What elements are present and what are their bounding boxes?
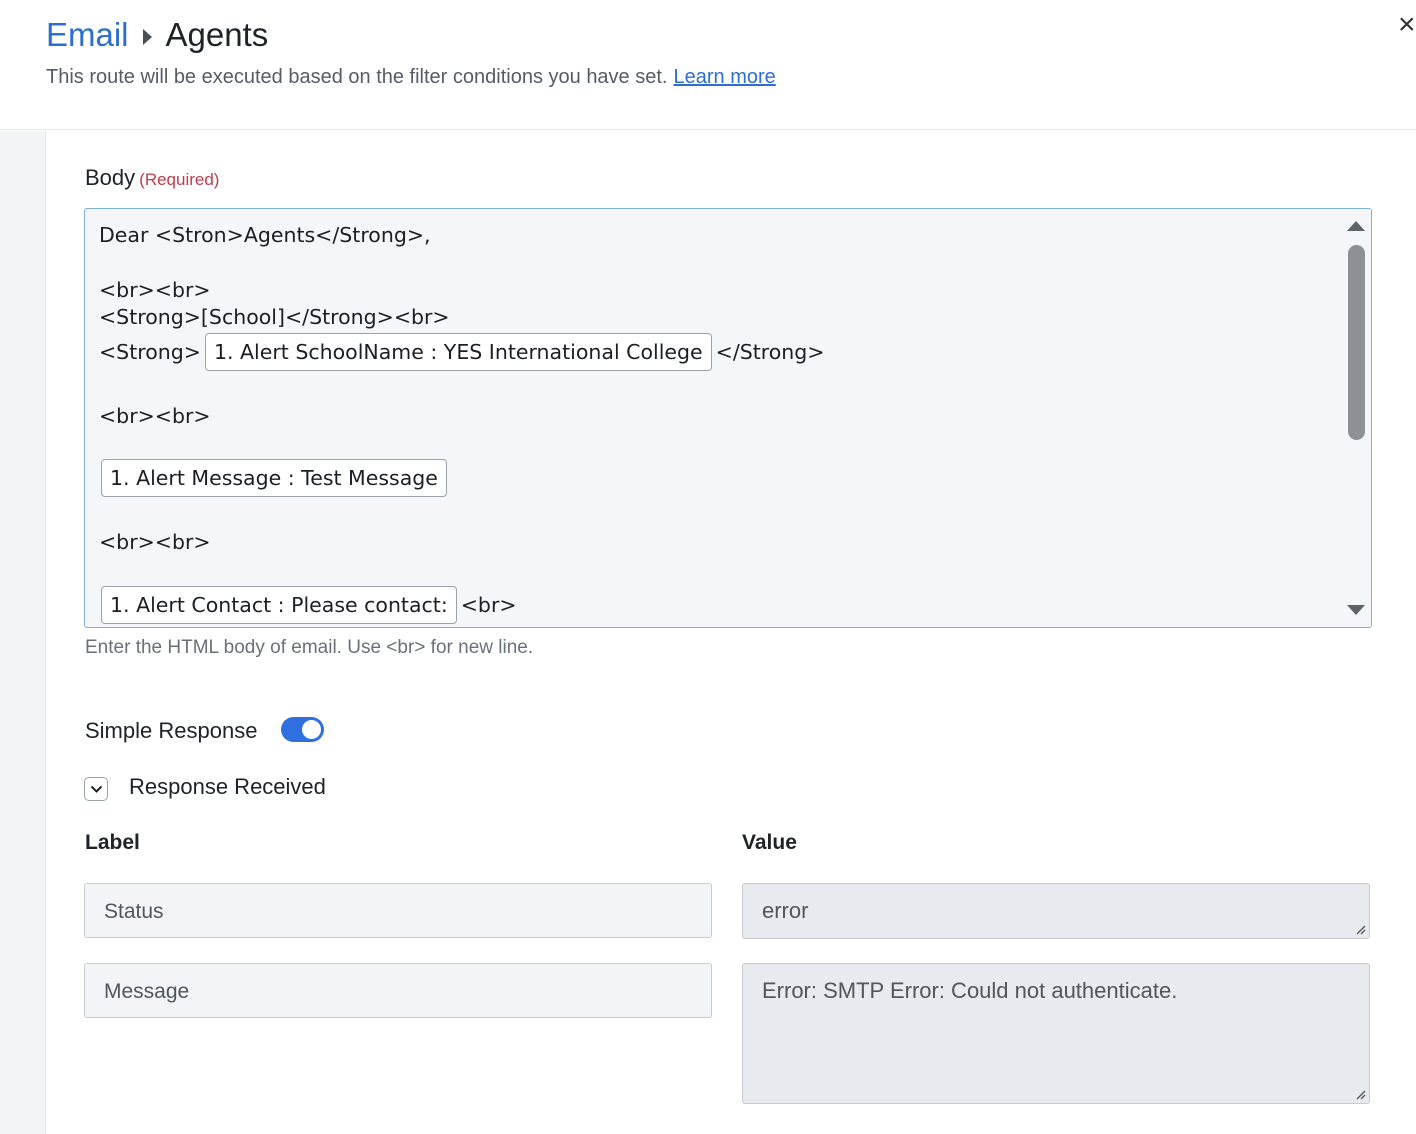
- editor-scrollbar[interactable]: [1343, 209, 1371, 627]
- response-received-label: Response Received: [129, 774, 326, 799]
- left-sidebar-strip: [0, 131, 46, 1134]
- required-marker: (Required): [139, 170, 220, 189]
- resize-grip-icon[interactable]: [1354, 923, 1366, 935]
- value-column-header: Value: [742, 831, 797, 854]
- simple-response-label: Simple Response: [85, 718, 258, 743]
- chevron-down-icon: [90, 785, 103, 793]
- resize-grip-icon[interactable]: [1354, 1088, 1366, 1100]
- editor-text: Dear <Stron>Agents</Strong>,: [99, 223, 431, 247]
- close-icon[interactable]: ×: [1398, 8, 1416, 42]
- breadcrumb-current: Agents: [165, 16, 269, 53]
- scrollbar-thumb[interactable]: [1348, 245, 1365, 440]
- editor-text: <br><br>: [99, 530, 211, 554]
- body-editor[interactable]: Dear <Stron>Agents</Strong>, <br><br> <S…: [84, 208, 1372, 628]
- editor-text: <br><br>: [99, 404, 211, 428]
- editor-line: <br><br>: [99, 404, 211, 428]
- body-hint: Enter the HTML body of email. Use <br> f…: [85, 637, 534, 658]
- response-collapse-button[interactable]: [84, 777, 108, 801]
- editor-text: <Strong>: [99, 340, 201, 364]
- response-value-text: Error: SMTP Error: Could not authenticat…: [762, 978, 1178, 1003]
- variable-chip-contact[interactable]: 1. Alert Contact : Please contact:: [101, 586, 457, 624]
- variable-chip-school-name[interactable]: 1. Alert SchoolName : YES International …: [204, 333, 712, 371]
- breadcrumb-arrow-icon: [142, 28, 152, 45]
- simple-response-toggle[interactable]: [281, 717, 324, 742]
- editor-line: 1. Alert Contact : Please contact: <br>: [99, 586, 517, 624]
- variable-chip-message[interactable]: 1. Alert Message : Test Message: [101, 459, 447, 497]
- toggle-knob: [302, 720, 321, 739]
- label-column-header: Label: [85, 831, 140, 854]
- scroll-up-arrow-icon[interactable]: [1347, 221, 1365, 231]
- response-value-field[interactable]: Error: SMTP Error: Could not authenticat…: [742, 963, 1370, 1104]
- editor-text: <br><br>: [99, 278, 211, 302]
- editor-line: <Strong>[School]</Strong><br>: [99, 305, 450, 329]
- modal-header: Email Agents This route will be executed…: [0, 0, 1416, 130]
- editor-line: <br><br>: [99, 530, 211, 554]
- response-label-field[interactable]: Status: [84, 883, 712, 938]
- learn-more-link[interactable]: Learn more: [673, 66, 775, 88]
- breadcrumb-app[interactable]: Email: [46, 16, 129, 54]
- response-value-field[interactable]: error: [742, 883, 1370, 939]
- breadcrumb: Email Agents: [46, 16, 268, 54]
- scroll-down-arrow-icon[interactable]: [1347, 605, 1365, 615]
- editor-line: <br><br>: [99, 278, 211, 302]
- editor-text: <Strong>[School]</Strong><br>: [99, 305, 450, 329]
- body-label-text: Body: [85, 165, 136, 190]
- response-value-text: error: [762, 898, 809, 923]
- editor-text: <br>: [460, 593, 517, 617]
- editor-line: 1. Alert Message : Test Message: [99, 459, 451, 497]
- form-panel: Body (Required) Dear <Stron>Agents</Stron…: [47, 131, 1416, 1134]
- route-subtitle: This route will be executed based on the…: [46, 66, 776, 89]
- editor-text: </Strong>: [715, 340, 825, 364]
- subtitle-text: This route will be executed based on the…: [46, 66, 668, 88]
- editor-line: <Strong> 1. Alert SchoolName : YES Inter…: [99, 333, 825, 371]
- editor-line: Dear <Stron>Agents</Strong>,: [99, 223, 431, 247]
- response-label-field[interactable]: Message: [84, 963, 712, 1018]
- body-label: Body (Required): [85, 165, 219, 191]
